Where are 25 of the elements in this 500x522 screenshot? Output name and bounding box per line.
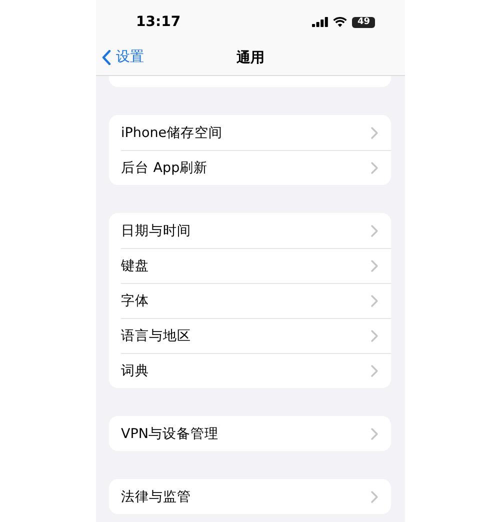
- battery-indicator: 49: [352, 16, 375, 28]
- chevron-right-icon: [371, 490, 378, 502]
- chevron-right-icon: [371, 162, 378, 174]
- chevron-right-icon: [371, 126, 378, 138]
- settings-row[interactable]: 日期与时间: [109, 213, 391, 248]
- settings-row[interactable]: 键盘: [109, 248, 391, 283]
- back-button[interactable]: 设置: [102, 48, 144, 66]
- settings-row[interactable]: 后台 App刷新: [109, 150, 391, 185]
- chevron-right-icon: [371, 330, 378, 342]
- chevron-right-icon: [371, 224, 378, 236]
- signal-icon: [312, 17, 328, 27]
- settings-row[interactable]: VPN与设备管理: [109, 416, 391, 451]
- chevron-right-icon: [371, 260, 378, 272]
- wifi-icon: [333, 17, 348, 27]
- settings-row[interactable]: 词典: [109, 353, 391, 388]
- status-time: 13:17: [136, 14, 181, 30]
- page-title: 通用: [236, 48, 264, 66]
- settings-row[interactable]: iPhone储存空间: [109, 115, 391, 150]
- chevron-left-icon: [102, 50, 111, 64]
- settings-row[interactable]: 语言与地区: [109, 318, 391, 353]
- settings-row[interactable]: 法律与监管: [109, 479, 391, 514]
- settings-row[interactable]: 字体: [109, 283, 391, 318]
- chevron-right-icon: [371, 364, 378, 376]
- chevron-right-icon: [371, 428, 378, 440]
- chevron-right-icon: [371, 294, 378, 306]
